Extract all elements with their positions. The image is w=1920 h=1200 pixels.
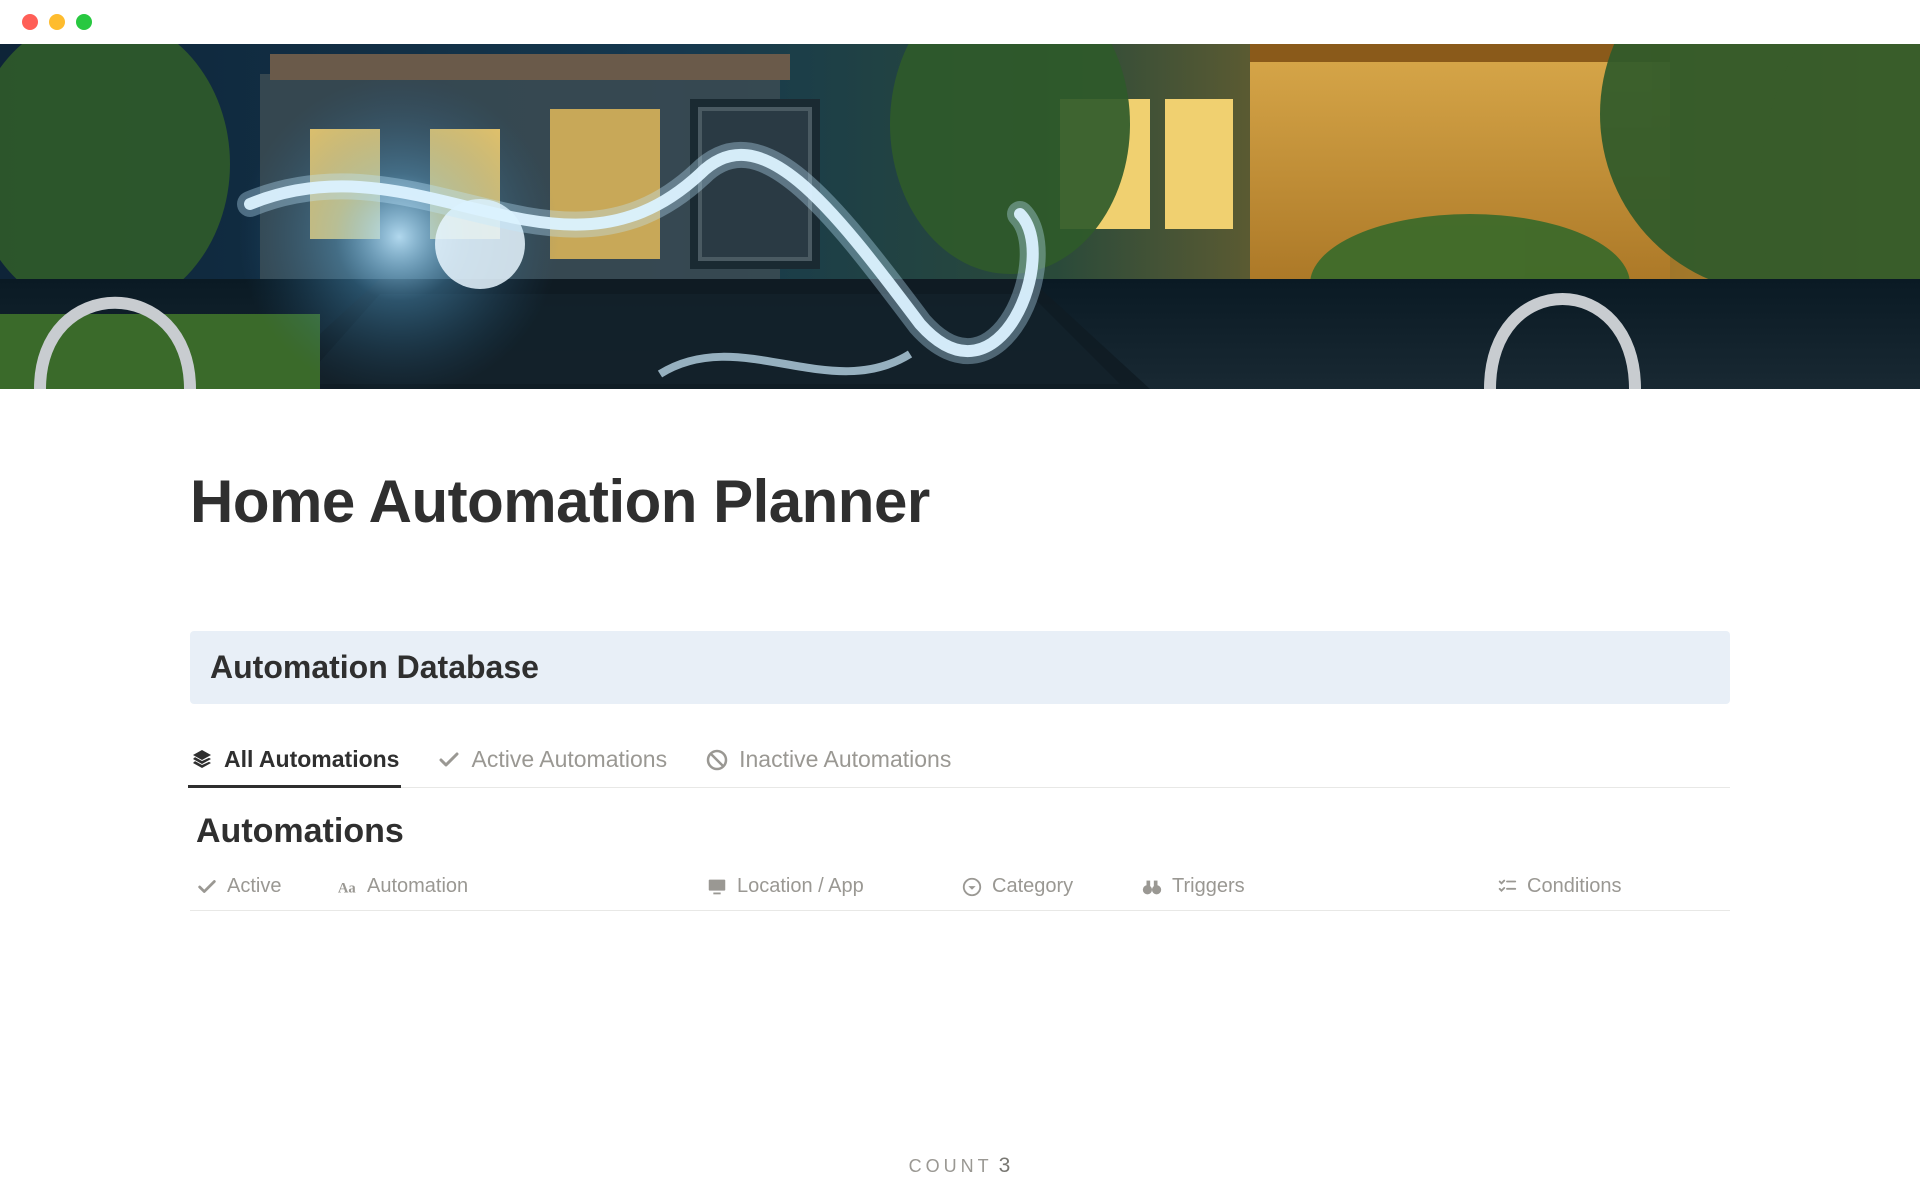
column-label: Triggers xyxy=(1172,875,1245,898)
title-icon: Aa xyxy=(336,876,358,898)
tab-all-automations[interactable]: All Automations xyxy=(190,746,399,787)
svg-text:Aa: Aa xyxy=(338,880,357,896)
close-window-button[interactable] xyxy=(22,14,38,30)
tab-label: All Automations xyxy=(224,746,399,773)
check-icon xyxy=(196,876,218,898)
tab-inactive-automations[interactable]: Inactive Automations xyxy=(705,746,951,787)
column-header-conditions[interactable]: Conditions xyxy=(1496,875,1730,898)
column-label: Automation xyxy=(367,875,468,898)
binoculars-icon xyxy=(1141,876,1163,898)
page-content: Home Automation Planner Automation Datab… xyxy=(0,467,1920,911)
cover-image[interactable] xyxy=(0,44,1920,389)
maximize-window-button[interactable] xyxy=(76,14,92,30)
check-icon xyxy=(437,748,461,772)
column-header-location[interactable]: Location / App xyxy=(706,875,961,898)
stack-icon xyxy=(190,748,214,772)
prohibit-icon xyxy=(705,748,729,772)
footer-label: COUNT xyxy=(909,1156,993,1176)
table-header: Active Aa Automation Location / App Cate… xyxy=(190,875,1730,911)
callout-title: Automation Database xyxy=(210,649,1710,686)
checklist-icon xyxy=(1496,876,1518,898)
section-title-automations: Automations xyxy=(190,812,1730,851)
page-title: Home Automation Planner xyxy=(190,467,1730,536)
tab-label: Active Automations xyxy=(471,746,667,773)
tab-label: Inactive Automations xyxy=(739,746,951,773)
minimize-window-button[interactable] xyxy=(49,14,65,30)
footer-count: COUNT 3 xyxy=(0,1154,1920,1178)
callout-automation-database[interactable]: Automation Database xyxy=(190,631,1730,704)
column-header-category[interactable]: Category xyxy=(961,875,1141,898)
footer-value: 3 xyxy=(999,1154,1012,1177)
column-header-automation[interactable]: Aa Automation xyxy=(336,875,706,898)
column-label: Active xyxy=(227,875,281,898)
column-header-active[interactable]: Active xyxy=(196,875,336,898)
monitor-icon xyxy=(706,876,728,898)
column-label: Category xyxy=(992,875,1073,898)
tab-active-automations[interactable]: Active Automations xyxy=(437,746,667,787)
column-header-triggers[interactable]: Triggers xyxy=(1141,875,1496,898)
column-label: Location / App xyxy=(737,875,864,898)
window-chrome xyxy=(0,0,1920,44)
select-icon xyxy=(961,876,983,898)
database-tabs: All Automations Active Automations Inact… xyxy=(190,746,1730,788)
column-label: Conditions xyxy=(1527,875,1622,898)
